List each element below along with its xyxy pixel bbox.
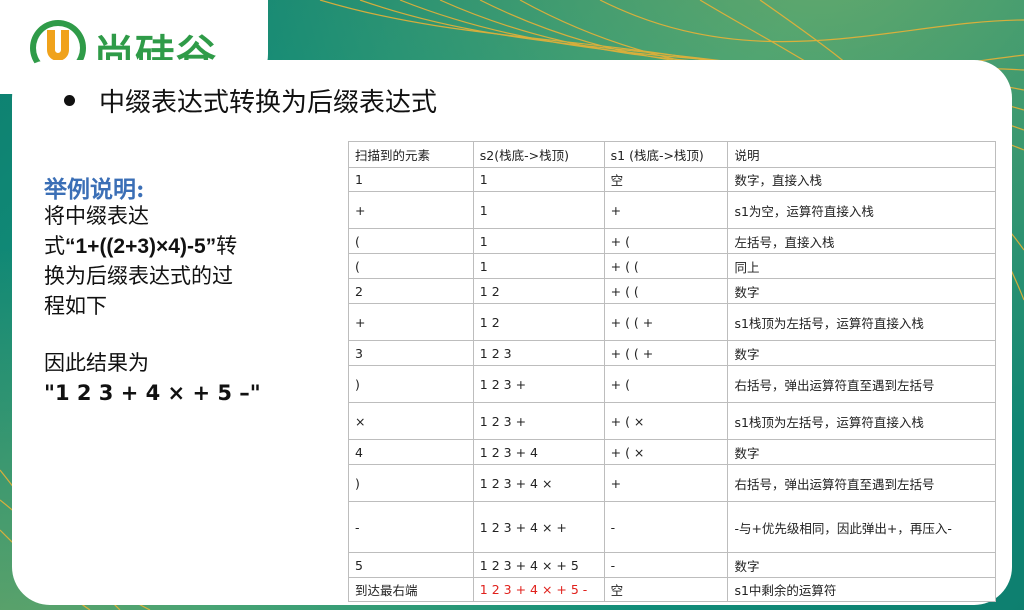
infix-expression: “1+((2+3)×4)-5” xyxy=(65,235,217,258)
cell-description: s1栈顶为左括号，运算符直接入栈 xyxy=(727,402,996,440)
cell-scanned-element: ( xyxy=(348,228,474,254)
table-row: 1 1 空数字，直接入栈 xyxy=(348,167,996,192)
table-body: 1 1 空数字，直接入栈 +1 + s1为空，运算符直接入栈(1 + (左括号，直接入栈(1… xyxy=(348,167,996,602)
cell-scanned-element: × xyxy=(348,402,474,440)
table-row: 到达最右端 1 2 3 + 4 × + 5 - 空 s1中剩余的运算符 xyxy=(348,577,996,602)
table-row: 41 2 3 + 4 + ( × 数字 xyxy=(348,439,996,465)
result-block: 因此结果为 "1 2 3 + 4 × + 5 –" xyxy=(44,348,261,408)
desc-line-4: 程如下 xyxy=(44,295,107,318)
table-row: ) 1 2 3 + + (右括号，弹出运算符直至遇到左括号 xyxy=(348,365,996,403)
cell-scanned-element: ( xyxy=(348,253,474,279)
cell-description: s1中剩余的运算符 xyxy=(727,577,996,602)
cell-s1: + ( ( xyxy=(603,253,729,279)
cell-scanned-element: 到达最右端 xyxy=(348,577,474,602)
cell-description: 数字 xyxy=(727,552,996,578)
cell-s1: 空 xyxy=(603,577,729,602)
cell-s2: 1 2 3 + 4 × + xyxy=(472,501,605,553)
cell-s1: - xyxy=(603,501,729,553)
table-header-row: 扫描到的元素 s2(栈底->栈顶) s1 (栈底->栈顶) 说明 xyxy=(348,141,996,168)
cell-s1: 空 xyxy=(603,167,729,192)
cell-s1: + ( × xyxy=(603,439,729,465)
cell-s2: 1 2 3 + 4 × xyxy=(472,464,605,502)
cell-scanned-element: - xyxy=(348,501,474,553)
cell-s1: + xyxy=(603,191,729,229)
cell-scanned-element: 3 xyxy=(348,340,474,366)
cell-scanned-element: ) xyxy=(348,365,474,403)
cell-s1: + ( ( + xyxy=(603,340,729,366)
cell-scanned-element: ) xyxy=(348,464,474,502)
cell-scanned-element: 5 xyxy=(348,552,474,578)
table-row: +1 2 + ( ( + s1栈顶为左括号，运算符直接入栈 xyxy=(348,303,996,341)
table-row: (1 + (左括号，直接入栈 xyxy=(348,228,996,254)
example-description: 将中缀表达 式“1+((2+3)×4)-5”转 换为后缀表达式的过 程如下 xyxy=(44,202,324,322)
cell-s2: 1 xyxy=(472,167,605,192)
cell-s2: 1 2 xyxy=(472,278,605,304)
table-row: 31 2 3 + ( ( + 数字 xyxy=(348,340,996,366)
cell-s1: + ( ( xyxy=(603,278,729,304)
cell-s2: 1 2 3 xyxy=(472,340,605,366)
cell-s1: - xyxy=(603,552,729,578)
cell-description: 右括号，弹出运算符直至遇到左括号 xyxy=(727,365,996,403)
bullet-icon xyxy=(64,95,75,106)
header-s2: s2(栈底->栈顶) xyxy=(472,141,605,168)
table-row: +1 + s1为空，运算符直接入栈 xyxy=(348,191,996,229)
cell-description: s1栈顶为左括号，运算符直接入栈 xyxy=(727,303,996,341)
cell-s2: 1 2 3 + 4 × + 5 xyxy=(472,552,605,578)
cell-scanned-element: + xyxy=(348,303,474,341)
header-s1: s1 (栈底->栈顶) xyxy=(603,141,729,168)
cell-s2: 1 2 xyxy=(472,303,605,341)
desc-line-2: 式“1+((2+3)×4)-5”转 xyxy=(44,232,324,262)
cell-description: 左括号，直接入栈 xyxy=(727,228,996,254)
cell-s1: + ( × xyxy=(603,402,729,440)
cell-s2: 1 xyxy=(472,253,605,279)
cell-description: 右括号，弹出运算符直至遇到左括号 xyxy=(727,464,996,502)
cell-s1: + xyxy=(603,464,729,502)
cell-s2: 1 2 3 + xyxy=(472,365,605,403)
table-row: 51 2 3 + 4 × + 5- 数字 xyxy=(348,552,996,578)
table-row: -1 2 3 + 4 × + - -与+优先级相同，因此弹出+，再压入- xyxy=(348,501,996,553)
header-scanned-element: 扫描到的元素 xyxy=(348,141,474,168)
desc-line-2-prefix: 式 xyxy=(44,235,65,258)
cell-description: 数字 xyxy=(727,439,996,465)
cell-s1: + ( xyxy=(603,228,729,254)
example-title: 举例说明: xyxy=(44,176,145,203)
cell-scanned-element: 2 xyxy=(348,278,474,304)
desc-line-1: 将中缀表达 xyxy=(44,205,149,228)
cell-s2: 1 xyxy=(472,191,605,229)
cell-description: -与+优先级相同，因此弹出+，再压入- xyxy=(727,501,996,553)
header-description: 说明 xyxy=(727,141,996,168)
cell-s2: 1 xyxy=(472,228,605,254)
cell-description: 同上 xyxy=(727,253,996,279)
desc-line-2-suffix: 转 xyxy=(216,235,238,258)
result-value: "1 2 3 + 4 × + 5 –" xyxy=(44,381,261,405)
table-row: 21 2 + ( (数字 xyxy=(348,278,996,304)
cell-description: 数字，直接入栈 xyxy=(727,167,996,192)
table-row: ) 1 2 3 + 4 × + 右括号，弹出运算符直至遇到左括号 xyxy=(348,464,996,502)
cell-scanned-element: 1 xyxy=(348,167,474,192)
table-row: (1 + ( (同上 xyxy=(348,253,996,279)
result-label: 因此结果为 xyxy=(44,351,149,375)
cell-scanned-element: 4 xyxy=(348,439,474,465)
cell-s2: 1 2 3 + xyxy=(472,402,605,440)
conversion-table: 扫描到的元素 s2(栈底->栈顶) s1 (栈底->栈顶) 说明 1 1 空数字，直… xyxy=(348,141,996,602)
heading-text: 中缀表达式转换为后缀表达式 xyxy=(99,88,438,118)
cell-s1: + ( xyxy=(603,365,729,403)
cell-s1: + ( ( + xyxy=(603,303,729,341)
cell-description: s1为空，运算符直接入栈 xyxy=(727,191,996,229)
cell-s2: 1 2 3 + 4 xyxy=(472,439,605,465)
table-row: × 1 2 3 + + ( × s1栈顶为左括号，运算符直接入栈 xyxy=(348,402,996,440)
cell-scanned-element: + xyxy=(348,191,474,229)
cell-description: 数字 xyxy=(727,278,996,304)
slide-heading: 中缀表达式转换为后缀表达式 xyxy=(64,82,437,119)
cell-description: 数字 xyxy=(727,340,996,366)
cell-s2: 1 2 3 + 4 × + 5 - xyxy=(472,577,605,602)
desc-line-3: 换为后缀表达式的过 xyxy=(44,265,233,288)
